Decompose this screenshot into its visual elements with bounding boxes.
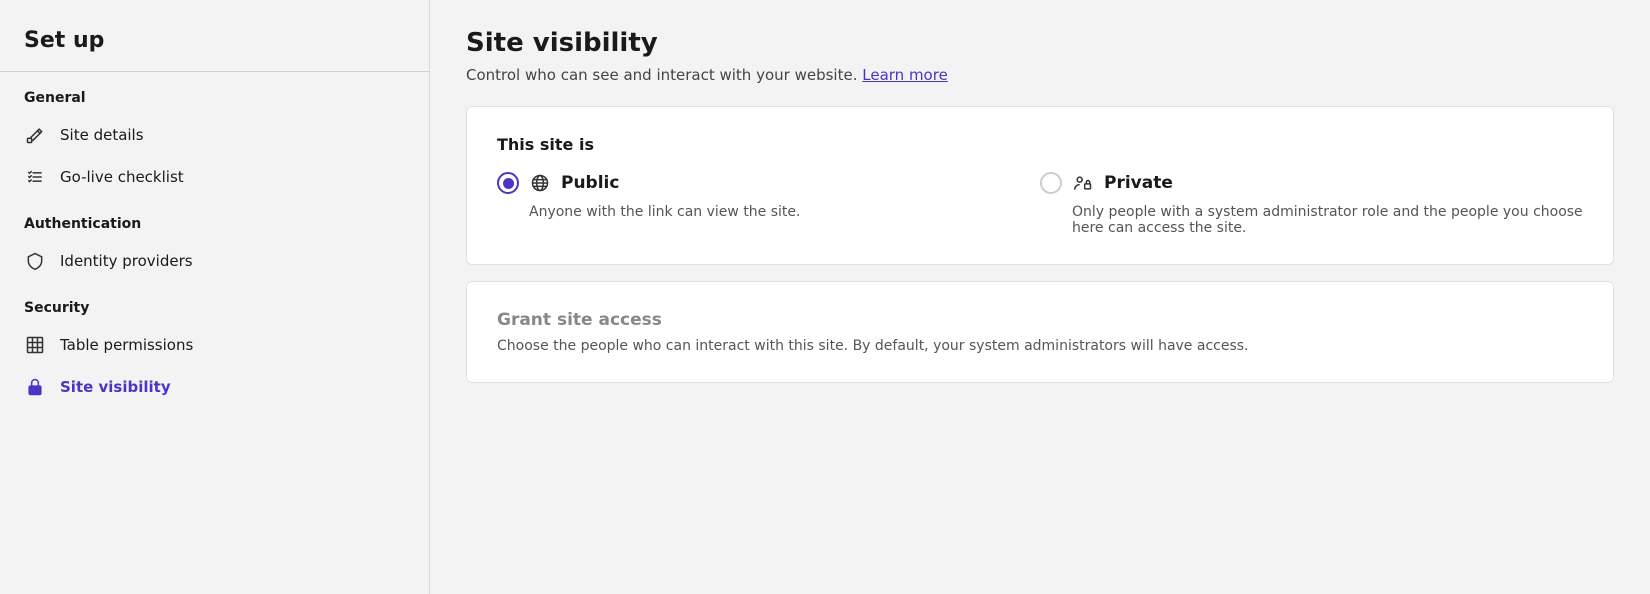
private-radio[interactable] <box>1040 172 1062 194</box>
learn-more-link[interactable]: Learn more <box>862 66 948 84</box>
sidebar-item-site-visibility[interactable]: Site visibility <box>0 366 429 408</box>
private-description: Only people with a system administrator … <box>1040 204 1583 236</box>
public-option-header: Public <box>497 172 1040 194</box>
sidebar-item-label-go-live: Go-live checklist <box>60 168 184 186</box>
grant-access-description: Choose the people who can interact with … <box>497 338 1583 354</box>
public-option[interactable]: Public Anyone with the link can view the… <box>497 172 1040 236</box>
main-content: Site visibility Control who can see and … <box>430 0 1650 594</box>
sidebar-section-general: General <box>0 72 429 114</box>
sidebar-item-site-details[interactable]: Site details <box>0 114 429 156</box>
sidebar: Set up General Site details Go-l <box>0 0 430 594</box>
public-radio[interactable] <box>497 172 519 194</box>
globe-icon <box>529 172 551 194</box>
public-description: Anyone with the link can view the site. <box>497 204 1040 220</box>
card-section-title: This site is <box>497 135 1583 154</box>
sidebar-section-authentication: Authentication <box>0 198 429 240</box>
page-description-text: Control who can see and interact with yo… <box>466 66 857 84</box>
sidebar-item-identity-providers[interactable]: Identity providers <box>0 240 429 282</box>
sidebar-item-label-site-details: Site details <box>60 126 144 144</box>
lock-icon <box>24 376 46 398</box>
checklist-icon <box>24 166 46 188</box>
private-option[interactable]: Private Only people with a system admini… <box>1040 172 1583 236</box>
sidebar-item-go-live-checklist[interactable]: Go-live checklist <box>0 156 429 198</box>
visibility-card: This site is Public <box>466 106 1614 265</box>
public-label: Public <box>561 173 619 193</box>
private-option-header: Private <box>1040 172 1583 194</box>
private-label: Private <box>1104 173 1173 193</box>
page-description: Control who can see and interact with yo… <box>466 66 1614 84</box>
sidebar-item-label-identity-providers: Identity providers <box>60 252 193 270</box>
sidebar-section-security: Security <box>0 282 429 324</box>
sidebar-item-table-permissions[interactable]: Table permissions <box>0 324 429 366</box>
grant-access-card: Grant site access Choose the people who … <box>466 281 1614 383</box>
grant-access-title: Grant site access <box>497 310 1583 330</box>
sidebar-item-label-table-permissions: Table permissions <box>60 336 193 354</box>
people-lock-icon <box>1072 172 1094 194</box>
page-title: Site visibility <box>466 28 1614 58</box>
shield-icon <box>24 250 46 272</box>
table-icon <box>24 334 46 356</box>
sidebar-title: Set up <box>0 28 429 72</box>
visibility-options: Public Anyone with the link can view the… <box>497 172 1583 236</box>
edit-icon <box>24 124 46 146</box>
sidebar-item-label-site-visibility: Site visibility <box>60 378 171 396</box>
